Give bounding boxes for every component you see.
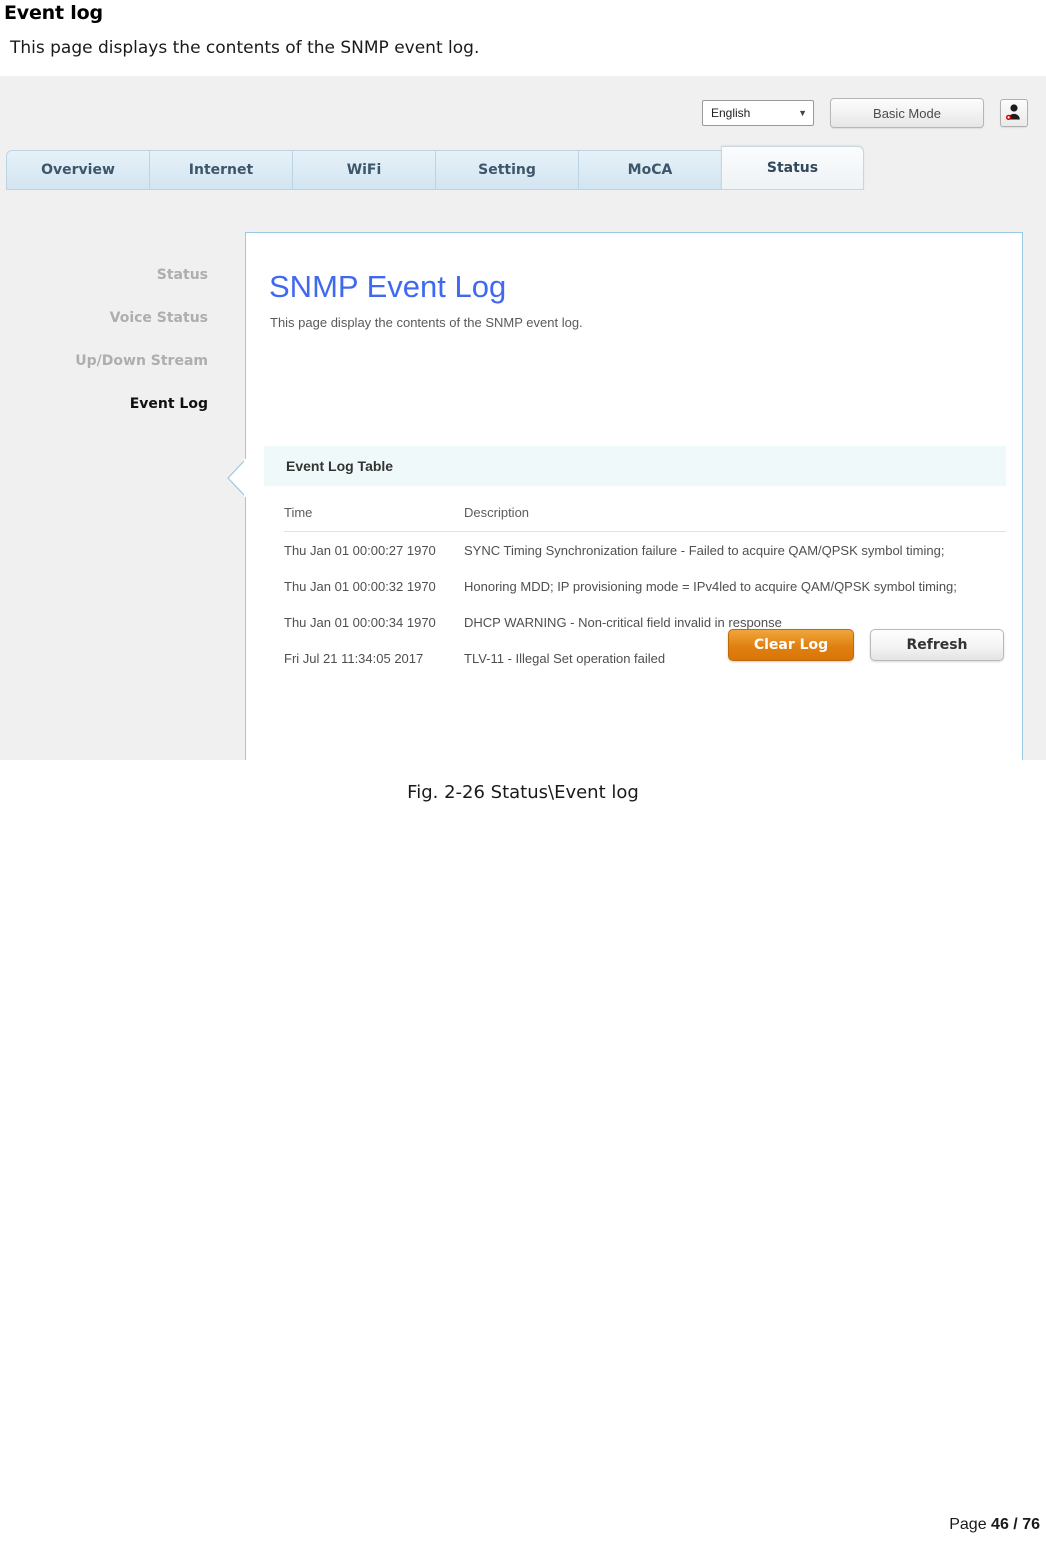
sidebar-item-label: Status — [156, 267, 208, 283]
tab-overview[interactable]: Overview — [6, 150, 149, 190]
footer-total-pages: 76 — [1022, 1516, 1040, 1533]
tab-wifi[interactable]: WiFi — [292, 150, 435, 190]
page-title: Event log — [4, 2, 103, 24]
cell-time: Thu Jan 01 00:00:32 1970 — [284, 579, 436, 594]
event-log-table-header-label: Event Log Table — [286, 458, 394, 474]
tab-moca[interactable]: MoCA — [578, 150, 721, 190]
user-account-button[interactable] — [1000, 99, 1028, 127]
sidebar-item-up-down-stream[interactable]: Up/Down Stream — [0, 340, 216, 383]
cell-description: SYNC Timing Synchronization failure - Fa… — [464, 543, 945, 558]
tab-moca-label: MoCA — [627, 162, 673, 178]
cell-time: Thu Jan 01 00:00:34 1970 — [284, 615, 436, 630]
tab-internet[interactable]: Internet — [149, 150, 292, 190]
column-header-description: Description — [464, 505, 1006, 532]
card-subtitle: This page display the contents of the SN… — [270, 315, 583, 330]
refresh-label: Refresh — [906, 637, 968, 653]
embedded-screenshot: English ▼ Basic Mode Overview Internet W… — [0, 76, 1046, 760]
cell-time: Thu Jan 01 00:00:27 1970 — [284, 543, 436, 558]
basic-mode-label: Basic Mode — [873, 105, 941, 121]
card-action-buttons: Clear Log Refresh — [728, 629, 1004, 661]
table-row: Thu Jan 01 00:00:27 1970 SYNC Timing Syn… — [284, 532, 1006, 569]
table-header-row: Time Description — [284, 505, 1006, 532]
tab-wifi-label: WiFi — [346, 162, 382, 178]
card-title: SNMP Event Log — [269, 269, 507, 304]
sidebar-item-status[interactable]: Status — [0, 254, 216, 297]
tab-setting[interactable]: Setting — [435, 150, 578, 190]
page-footer: Page 46 / 76 — [949, 1516, 1040, 1534]
cell-description: Honoring MDD; IP provisioning mode = IPv… — [464, 579, 957, 594]
sidebar-item-label: Voice Status — [109, 310, 208, 326]
cell-time: Fri Jul 21 11:34:05 2017 — [284, 651, 424, 666]
footer-current-page: 46 — [991, 1516, 1009, 1533]
language-select-value: English — [711, 106, 751, 120]
clear-log-label: Clear Log — [753, 637, 829, 653]
event-log-table-header: Event Log Table — [264, 446, 1006, 486]
refresh-button[interactable]: Refresh — [870, 629, 1004, 661]
router-topbar: English ▼ Basic Mode — [702, 98, 1028, 128]
main-tab-bar: Overview Internet WiFi Setting MoCA Stat… — [6, 146, 864, 190]
footer-label: Page — [949, 1516, 987, 1533]
footer-separator: / — [1013, 1516, 1018, 1533]
basic-mode-button[interactable]: Basic Mode — [830, 98, 984, 128]
chevron-down-icon: ▼ — [798, 107, 807, 118]
sidebar-item-label: Up/Down Stream — [75, 353, 208, 369]
tab-setting-label: Setting — [478, 162, 536, 178]
language-select[interactable]: English ▼ — [702, 100, 814, 126]
table-row: Thu Jan 01 00:00:32 1970 Honoring MDD; I… — [284, 568, 1006, 604]
active-section-pointer-icon — [227, 459, 246, 497]
content-card: SNMP Event Log This page display the con… — [227, 232, 1023, 760]
sidebar-item-label: Event Log — [129, 396, 208, 412]
figure-caption: Fig. 2-26 Status\Event log — [407, 782, 639, 803]
page-intro-text: This page displays the contents of the S… — [10, 38, 480, 58]
column-header-time: Time — [284, 505, 464, 532]
sidebar-item-voice-status[interactable]: Voice Status — [0, 297, 216, 340]
sidebar-item-event-log[interactable]: Event Log — [0, 383, 216, 426]
clear-log-button[interactable]: Clear Log — [728, 629, 854, 661]
sidebar-nav: Status Voice Status Up/Down Stream Event… — [0, 254, 216, 426]
tab-status-label: Status — [766, 160, 819, 176]
tab-status[interactable]: Status — [721, 146, 864, 190]
tab-internet-label: Internet — [188, 162, 254, 178]
tab-overview-label: Overview — [41, 162, 115, 178]
